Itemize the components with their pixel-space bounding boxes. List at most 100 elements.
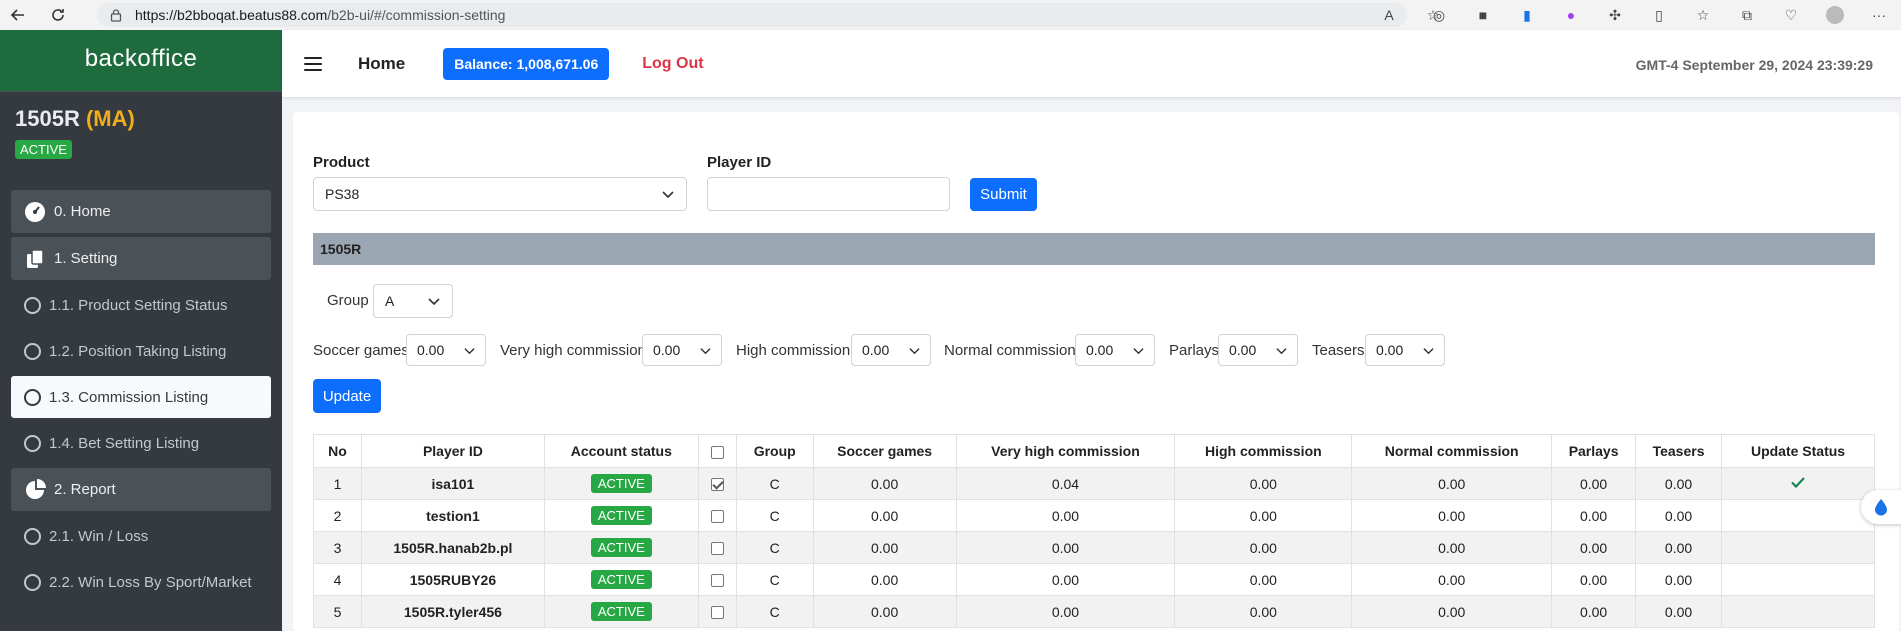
sidebar-item-win-loss-by-sport[interactable]: 2.2. Win Loss By Sport/Market [11, 561, 271, 603]
status-badge: ACTIVE [590, 602, 652, 621]
collections-icon[interactable]: ⧉ [1737, 5, 1757, 25]
col-header-account-status: Account status [543, 434, 699, 468]
balance-button[interactable]: Balance: 1,008,671.06 [443, 47, 610, 80]
favorites-icon[interactable]: ☆ [1693, 5, 1713, 25]
cell-soccer-games: 0.00 [812, 531, 957, 564]
hamburger-menu-icon[interactable] [304, 56, 322, 71]
row-checkbox[interactable] [710, 574, 724, 588]
circle-icon [24, 342, 41, 360]
sidebar-item-label: 1.4. Bet Setting Listing [49, 434, 200, 452]
sidebar-menu: 0. Home 1. Setting 1.1. Product Setting … [0, 190, 282, 603]
commission-table: No Player ID Account status Group Soccer… [313, 434, 1875, 628]
cell-account-status: ACTIVE [543, 499, 699, 532]
commission-setting-card: Product PS38 Player ID Submit 1505R Grou… [293, 112, 1899, 631]
very-high-commission-label: Very high commission [500, 342, 646, 359]
col-header-parlays: Parlays [1551, 434, 1637, 468]
sidebar-item-product-setting-status[interactable]: 1.1. Product Setting Status [11, 284, 271, 326]
col-header-group: Group [735, 434, 814, 468]
cell-no: 1 [313, 467, 362, 500]
profile-avatar-icon[interactable] [1825, 5, 1845, 25]
table-row: 2 testion1 ACTIVE C 0.00 0.00 0.00 0.00 … [313, 499, 1875, 532]
sidebar-item-commission-listing[interactable]: 1.3. Commission Listing [11, 376, 271, 418]
update-button[interactable]: Update [313, 379, 381, 413]
col-header-normal-commission: Normal commission [1351, 434, 1553, 468]
more-menu-icon[interactable]: ··· [1869, 5, 1889, 25]
logout-link[interactable]: Log Out [642, 55, 703, 73]
select-value: 0.00 [653, 342, 681, 358]
product-select-value: PS38 [325, 186, 360, 202]
read-aloud-icon[interactable]: A [1380, 6, 1398, 24]
extension-icon[interactable]: ■ [1473, 5, 1493, 25]
row-checkbox[interactable] [710, 606, 724, 620]
sidebar-item-position-taking-listing[interactable]: 1.2. Position Taking Listing [11, 330, 271, 372]
pie-chart-icon [24, 478, 46, 501]
sidebar-item-home[interactable]: 0. Home [11, 190, 271, 233]
circle-icon [24, 434, 41, 452]
teasers-select[interactable]: 0.00 [1365, 334, 1445, 366]
chevron-down-icon [1276, 348, 1287, 355]
nav-home-link[interactable]: Home [358, 54, 405, 74]
row-checkbox[interactable] [710, 478, 724, 492]
sidebar-item-report[interactable]: 2. Report [11, 468, 271, 511]
sidebar-item-label: 1. Setting [54, 250, 118, 267]
normal-commission-select[interactable]: 0.00 [1075, 334, 1155, 366]
parlays-label: Parlays [1169, 342, 1220, 359]
row-checkbox[interactable] [710, 542, 724, 556]
group-select-value: A [385, 293, 395, 309]
cell-soccer-games: 0.00 [812, 595, 957, 628]
select-value: 0.00 [417, 342, 445, 358]
chevron-down-icon [700, 348, 711, 355]
very-high-commission-select[interactable]: 0.00 [642, 334, 722, 366]
player-id-label: Player ID [707, 154, 772, 171]
performance-icon[interactable]: ♡ [1781, 5, 1801, 25]
player-id-input[interactable] [707, 177, 950, 211]
user-status-badge: ACTIVE [15, 140, 72, 159]
user-name: 1505R (MA) [15, 106, 267, 132]
split-screen-icon[interactable]: ▯ [1649, 5, 1669, 25]
table-row: 3 1505R.hanab2b.pl ACTIVE C 0.00 0.00 0.… [313, 531, 1875, 564]
sidebar-item-win-loss[interactable]: 2.1. Win / Loss [11, 515, 271, 557]
browser-toolbar: https://b2bboqat.beatus88.com/b2b-ui/#/c… [0, 0, 1901, 30]
brand-logo[interactable]: backoffice [0, 30, 282, 92]
agent-group-header: 1505R [313, 233, 1875, 265]
status-badge: ACTIVE [590, 570, 652, 589]
col-header-select-all [697, 434, 737, 468]
cell-select [697, 595, 737, 628]
cell-select [697, 467, 737, 500]
cell-high-commission: 0.00 [1174, 467, 1353, 500]
cell-player-id: 1505R.hanab2b.pl [360, 531, 545, 564]
select-all-checkbox[interactable] [710, 445, 724, 459]
sidebar-item-setting[interactable]: 1. Setting [11, 237, 271, 280]
soccer-games-select[interactable]: 0.00 [406, 334, 486, 366]
product-select[interactable]: PS38 [313, 177, 687, 211]
cell-very-high-commission: 0.04 [955, 467, 1176, 500]
cell-parlays: 0.00 [1551, 467, 1637, 500]
cell-teasers: 0.00 [1635, 531, 1723, 564]
teasers-label: Teasers [1312, 342, 1365, 359]
cell-update-status [1721, 531, 1875, 564]
extension-icon[interactable]: ▮ [1517, 5, 1537, 25]
cell-update-status [1721, 595, 1875, 628]
parlays-select[interactable]: 0.00 [1218, 334, 1298, 366]
lock-icon [109, 8, 123, 22]
address-bar[interactable]: https://b2bboqat.beatus88.com/b2b-ui/#/c… [97, 3, 1407, 27]
puzzle-icon[interactable]: ✣ [1605, 5, 1625, 25]
col-header-update-status: Update Status [1721, 434, 1875, 468]
high-commission-select[interactable]: 0.00 [851, 334, 931, 366]
dashboard-icon [24, 201, 46, 223]
submit-button[interactable]: Submit [970, 178, 1037, 211]
refresh-icon[interactable] [44, 1, 72, 29]
user-block: 1505R (MA) ACTIVE [0, 92, 282, 190]
table-row: 4 1505RUBY26 ACTIVE C 0.00 0.00 0.00 0.0… [313, 563, 1875, 596]
group-select[interactable]: A [373, 284, 453, 318]
chevron-down-icon [662, 191, 674, 199]
extension-icon[interactable]: ● [1561, 5, 1581, 25]
sidebar-item-bet-setting-listing[interactable]: 1.4. Bet Setting Listing [11, 422, 271, 464]
back-arrow-icon[interactable] [4, 1, 32, 29]
extension-icon[interactable]: ◎ [1429, 5, 1449, 25]
row-checkbox[interactable] [710, 510, 724, 524]
chevron-down-icon [1423, 348, 1434, 355]
cell-update-status [1721, 467, 1875, 500]
floating-assistant-icon[interactable] [1861, 490, 1901, 524]
col-header-no: No [313, 434, 362, 468]
